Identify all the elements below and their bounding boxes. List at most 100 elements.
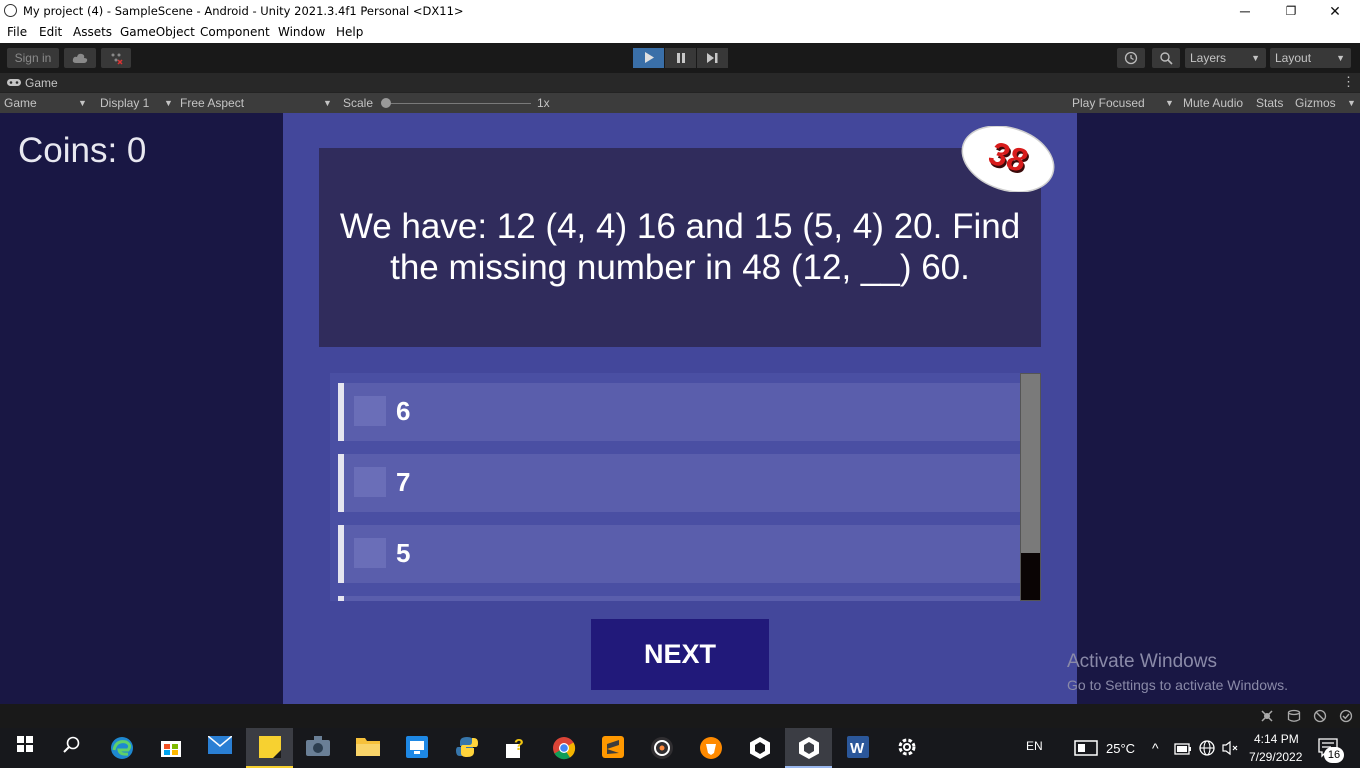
sticky-notes-icon[interactable] bbox=[258, 736, 282, 760]
cache-icon[interactable] bbox=[1287, 709, 1301, 728]
obs-icon[interactable] bbox=[650, 736, 674, 760]
menu-assets[interactable]: Assets bbox=[73, 25, 112, 39]
debug-icon[interactable] bbox=[1260, 709, 1274, 728]
unity-hub-icon[interactable] bbox=[748, 736, 772, 760]
tab-game[interactable]: Game bbox=[25, 76, 58, 90]
answer-label: 5 bbox=[396, 538, 411, 568]
aspect-dropdown[interactable]: Free Aspect bbox=[180, 96, 244, 110]
scale-slider-handle[interactable] bbox=[381, 98, 391, 108]
game-mode-dropdown[interactable]: Game bbox=[4, 96, 37, 110]
question-line-2: the missing number in 48 (12, __) 60. bbox=[390, 248, 970, 287]
sign-in-button[interactable]: Sign in bbox=[7, 48, 59, 68]
next-button[interactable]: NEXT bbox=[591, 619, 769, 690]
notification-count-badge: 16 bbox=[1324, 747, 1344, 763]
layers-dropdown[interactable]: Layers ▼ bbox=[1185, 48, 1266, 68]
search-icon[interactable] bbox=[1152, 48, 1180, 68]
answer-label: 7 bbox=[396, 467, 411, 497]
answer-label: 6 bbox=[396, 396, 411, 426]
step-button[interactable] bbox=[697, 48, 728, 68]
python-icon[interactable] bbox=[455, 736, 479, 760]
gizmos-toggle[interactable]: Gizmos bbox=[1295, 96, 1336, 110]
menu-file[interactable]: File bbox=[7, 25, 27, 39]
temperature[interactable]: 25°C bbox=[1106, 741, 1135, 756]
layout-dropdown[interactable]: Layout ▼ bbox=[1270, 48, 1351, 68]
editor-status-bar bbox=[0, 704, 1360, 728]
chevron-up-icon[interactable]: ^ bbox=[1152, 740, 1159, 756]
globe-network-icon[interactable] bbox=[1199, 740, 1215, 761]
play-button[interactable] bbox=[633, 48, 664, 68]
check-circle-icon[interactable] bbox=[1339, 709, 1353, 728]
help-tool-icon[interactable]: ? bbox=[503, 736, 527, 760]
timer-badge: 38 bbox=[959, 125, 1057, 193]
chevron-down-icon: ▼ bbox=[1251, 53, 1260, 63]
more-options-icon[interactable]: ⋮ bbox=[1342, 74, 1355, 90]
search-icon[interactable] bbox=[60, 736, 84, 760]
menu-gameobject[interactable]: GameObject bbox=[120, 25, 195, 39]
answer-option[interactable]: 5 bbox=[338, 525, 1020, 583]
minimize-button[interactable]: ─ bbox=[1222, 0, 1268, 22]
coins-counter: Coins: 0 bbox=[18, 131, 147, 170]
chevron-down-icon: ▼ bbox=[78, 98, 87, 108]
brave-icon[interactable] bbox=[699, 736, 723, 760]
language-indicator[interactable]: EN bbox=[1026, 739, 1043, 753]
menu-component[interactable]: Component bbox=[200, 25, 270, 39]
sublime-text-icon[interactable] bbox=[601, 736, 625, 760]
history-icon[interactable] bbox=[1117, 48, 1145, 68]
close-button[interactable]: ✕ bbox=[1312, 0, 1358, 22]
clock-date[interactable]: 7/29/2022 bbox=[1249, 750, 1302, 764]
answer-option[interactable]: 7 bbox=[338, 454, 1020, 512]
scale-slider-track[interactable] bbox=[385, 103, 531, 104]
answer-checkbox[interactable] bbox=[354, 396, 386, 426]
mail-icon[interactable] bbox=[207, 735, 233, 760]
settings-gear-icon[interactable] bbox=[895, 736, 919, 760]
chevron-down-icon: ▼ bbox=[1165, 98, 1174, 108]
battery-icon[interactable] bbox=[1174, 742, 1192, 760]
menu-help[interactable]: Help bbox=[336, 25, 363, 39]
play-focused-dropdown[interactable]: Play Focused bbox=[1072, 96, 1145, 110]
main-toolbar: Sign in Layers ▼ Layout ▼ bbox=[0, 43, 1360, 73]
question-line-1: We have: 12 (4, 4) 16 and 15 (5, 4) 20. … bbox=[339, 207, 1021, 246]
pause-button[interactable] bbox=[665, 48, 696, 68]
answer-checkbox[interactable] bbox=[354, 467, 386, 497]
menu-edit[interactable]: Edit bbox=[39, 25, 62, 39]
file-explorer-icon[interactable] bbox=[356, 736, 380, 760]
answer-option-partial[interactable] bbox=[338, 596, 1020, 601]
answer-checkbox[interactable] bbox=[354, 538, 386, 568]
window-title: My project (4) - SampleScene - Android -… bbox=[23, 4, 464, 18]
activate-windows-subtitle: Go to Settings to activate Windows. bbox=[1067, 677, 1288, 693]
weather-icon[interactable] bbox=[1074, 740, 1098, 761]
remote-desktop-icon[interactable] bbox=[405, 736, 429, 760]
answer-option[interactable]: 6 bbox=[338, 383, 1020, 441]
windows-start-icon[interactable] bbox=[13, 736, 37, 760]
camera-icon[interactable] bbox=[306, 736, 330, 760]
answer-accent-bar bbox=[338, 525, 344, 583]
network-icon[interactable] bbox=[1313, 709, 1327, 728]
chevron-down-icon: ▼ bbox=[164, 98, 173, 108]
menu-bar: File Edit Assets GameObject Component Wi… bbox=[0, 22, 1360, 44]
microsoft-store-icon[interactable] bbox=[159, 736, 183, 760]
clock-time[interactable]: 4:14 PM bbox=[1254, 732, 1299, 746]
game-view-toolbar: Game ▼ Display 1 ▼ Free Aspect ▼ Scale 1… bbox=[0, 92, 1360, 114]
word-icon[interactable]: W bbox=[846, 736, 870, 760]
unity-editor-icon[interactable] bbox=[797, 736, 821, 760]
display-dropdown[interactable]: Display 1 bbox=[100, 96, 149, 110]
layout-label: Layout bbox=[1275, 51, 1312, 65]
answer-accent-bar bbox=[338, 596, 344, 601]
collab-icon[interactable] bbox=[101, 48, 131, 68]
scrollbar-thumb[interactable] bbox=[1021, 374, 1040, 553]
gamepad-icon bbox=[7, 76, 21, 90]
svg-text:W: W bbox=[850, 740, 865, 757]
svg-text:?: ? bbox=[514, 737, 524, 754]
chevron-down-icon: ▼ bbox=[1347, 98, 1356, 108]
stats-toggle[interactable]: Stats bbox=[1256, 96, 1283, 110]
cloud-icon[interactable] bbox=[64, 48, 96, 68]
chevron-down-icon: ▼ bbox=[323, 98, 332, 108]
menu-window[interactable]: Window bbox=[278, 25, 325, 39]
maximize-button[interactable]: ❐ bbox=[1268, 0, 1314, 22]
activate-windows-title: Activate Windows bbox=[1067, 651, 1217, 672]
edge-browser-icon[interactable] bbox=[110, 736, 134, 760]
game-tab-header: Game ⋮ bbox=[0, 73, 1360, 92]
chrome-icon[interactable] bbox=[552, 736, 576, 760]
mute-audio-toggle[interactable]: Mute Audio bbox=[1183, 96, 1243, 110]
volume-muted-icon[interactable] bbox=[1222, 740, 1238, 761]
